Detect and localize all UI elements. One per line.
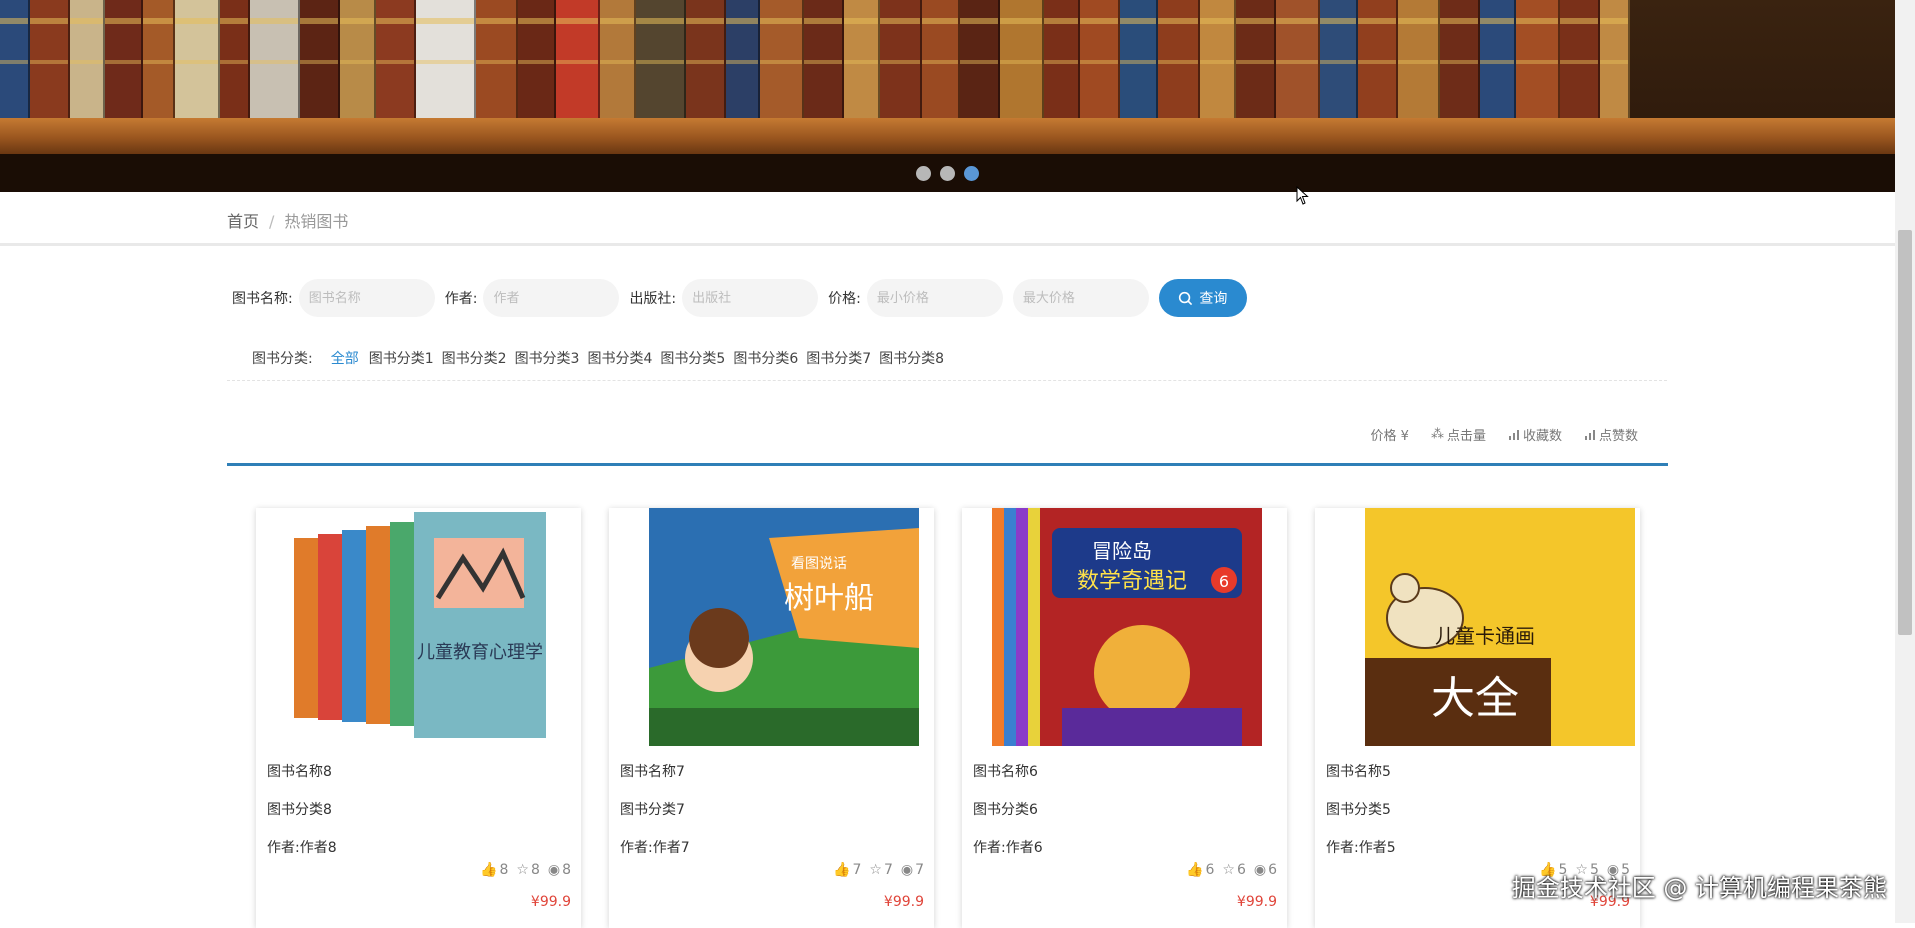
book-stats: 👍 7 ☆ 7 ◉ 7 bbox=[833, 862, 924, 878]
book-name: 图书名称5 bbox=[1326, 764, 1391, 780]
book-price: ¥99.9 bbox=[883, 894, 924, 910]
book-name: 图书名称6 bbox=[973, 764, 1038, 780]
cover-subtitle: 大全 bbox=[1431, 673, 1519, 724]
book-cover-image[interactable]: 儿童教育心理学 bbox=[288, 508, 558, 746]
book-cover-image[interactable]: 冒险岛 数学奇遇记 6 bbox=[992, 508, 1262, 746]
book-category: 图书分类6 bbox=[973, 802, 1038, 818]
thumbs-up-icon: 👍 bbox=[1186, 862, 1204, 878]
cover-title: 儿童卡通画 bbox=[1435, 624, 1535, 648]
search-form: 图书名称: 作者: 出版社: 价格: 查询 bbox=[232, 278, 1247, 318]
breadcrumb-home-link[interactable]: 首页 bbox=[227, 212, 259, 231]
book-cover-image[interactable]: 看图说话 树叶船 bbox=[649, 508, 919, 746]
book-author: 作者:作者8 bbox=[267, 840, 337, 856]
cover-subtitle: 数学奇遇记 bbox=[1077, 569, 1187, 594]
carousel-indicators bbox=[0, 166, 1895, 181]
category-filter: 图书分类: 全部 图书分类1 图书分类2 图书分类3 图书分类4 图书分类5 图… bbox=[252, 348, 952, 368]
category-6[interactable]: 图书分类6 bbox=[733, 348, 798, 368]
cover-title: 树叶船 bbox=[784, 581, 874, 616]
category-all[interactable]: 全部 bbox=[331, 348, 359, 368]
category-8[interactable]: 图书分类8 bbox=[879, 348, 944, 368]
author-input[interactable] bbox=[483, 279, 620, 317]
thumbs-up-icon: 👍 bbox=[833, 862, 851, 878]
breadcrumb-separator: / bbox=[269, 212, 275, 231]
publisher-input[interactable] bbox=[682, 279, 819, 317]
category-1[interactable]: 图书分类1 bbox=[369, 348, 434, 368]
book-name-input[interactable] bbox=[298, 279, 435, 317]
book-stats: 👍 6 ☆ 6 ◉ 6 bbox=[1186, 862, 1277, 878]
cover-number: 6 bbox=[1219, 572, 1229, 591]
book-card[interactable]: 冒险岛 数学奇遇记 6 图书名称6 图书分类6 作者:作者6 👍 6 ☆ 6 ◉ 6 … bbox=[962, 508, 1287, 928]
carousel-dot-3[interactable] bbox=[964, 166, 979, 181]
category-label: 图书分类: bbox=[252, 351, 313, 367]
book-card[interactable]: 儿童教育心理学 图书名称8 图书分类8 作者:作者8 👍 8 ☆ 8 ◉ 8 ¥99.… bbox=[256, 508, 581, 928]
clicks-icon: ⁂ bbox=[1430, 427, 1444, 442]
category-5[interactable]: 图书分类5 bbox=[660, 348, 725, 368]
book-author: 作者:作者6 bbox=[973, 840, 1043, 856]
thumbs-up-icon: 👍 bbox=[480, 862, 498, 878]
cover-subtitle: 看图说话 bbox=[791, 556, 847, 572]
author-label: 作者: bbox=[444, 291, 478, 307]
max-price-input[interactable] bbox=[1012, 279, 1149, 317]
sort-clicks[interactable]: ⁂ 点击量 bbox=[1431, 425, 1486, 444]
star-icon: ☆ bbox=[1222, 862, 1235, 878]
book-cover-image[interactable]: 儿童卡通画 大全 bbox=[1365, 508, 1635, 746]
star-icon: ☆ bbox=[869, 862, 882, 878]
category-7[interactable]: 图书分类7 bbox=[806, 348, 871, 368]
price-label: 价格: bbox=[828, 291, 861, 307]
search-icon bbox=[1179, 291, 1193, 305]
scrollbar-thumb[interactable] bbox=[1898, 230, 1912, 635]
breadcrumb: 首页 / 热销图书 bbox=[227, 208, 348, 232]
category-4[interactable]: 图书分类4 bbox=[587, 348, 652, 368]
eye-icon: ◉ bbox=[547, 862, 561, 878]
search-button-label: 查询 bbox=[1199, 290, 1228, 306]
sort-bar: 价格 ¥ ⁂ 点击量 收藏数 点赞数 bbox=[1371, 425, 1638, 444]
bookshelf-image bbox=[0, 0, 1895, 122]
sort-likes[interactable]: 点赞数 bbox=[1584, 425, 1638, 444]
star-icon: ☆ bbox=[516, 862, 529, 878]
publisher-label: 出版社: bbox=[629, 291, 677, 307]
hero-carousel[interactable] bbox=[0, 0, 1895, 192]
bar-chart-icon bbox=[1584, 429, 1595, 440]
page-scrollbar[interactable] bbox=[1895, 0, 1915, 923]
book-name-label: 图书名称: bbox=[232, 291, 293, 307]
eye-icon: ◉ bbox=[1253, 862, 1267, 878]
shelf-board bbox=[0, 118, 1895, 154]
min-price-input[interactable] bbox=[866, 279, 1003, 317]
mouse-cursor-icon bbox=[1296, 186, 1309, 205]
book-price: ¥99.9 bbox=[1236, 894, 1277, 910]
eye-icon: ◉ bbox=[900, 862, 914, 878]
book-price: ¥99.9 bbox=[530, 894, 571, 910]
book-name: 图书名称7 bbox=[620, 764, 685, 780]
book-category: 图书分类8 bbox=[267, 802, 332, 818]
category-3[interactable]: 图书分类3 bbox=[515, 348, 580, 368]
cover-title: 冒险岛 bbox=[1092, 539, 1152, 563]
book-category: 图书分类5 bbox=[1326, 802, 1391, 818]
book-author: 作者:作者7 bbox=[620, 840, 690, 856]
book-stats: 👍 8 ☆ 8 ◉ 8 bbox=[480, 862, 571, 878]
book-card[interactable]: 儿童卡通画 大全 图书名称5 图书分类5 作者:作者5 👍 5 ☆ 5 ◉ 5 ¥99… bbox=[1315, 508, 1640, 928]
watermark: 掘金技术社区 @ 计算机编程果茶熊 bbox=[1511, 874, 1887, 902]
sort-favorites[interactable]: 收藏数 bbox=[1508, 425, 1562, 444]
carousel-dot-2[interactable] bbox=[940, 166, 955, 181]
bar-chart-icon bbox=[1508, 429, 1519, 440]
carousel-dot-1[interactable] bbox=[916, 166, 931, 181]
book-category: 图书分类7 bbox=[620, 802, 685, 818]
breadcrumb-current: 热销图书 bbox=[284, 212, 349, 231]
cover-title: 儿童教育心理学 bbox=[417, 642, 543, 663]
book-author: 作者:作者5 bbox=[1326, 840, 1396, 856]
search-button[interactable]: 查询 bbox=[1158, 279, 1247, 317]
sort-price[interactable]: 价格 ¥ bbox=[1371, 425, 1409, 444]
book-card[interactable]: 看图说话 树叶船 图书名称7 图书分类7 作者:作者7 👍 7 ☆ 7 ◉ 7 ¥99… bbox=[609, 508, 934, 928]
book-name: 图书名称8 bbox=[267, 764, 332, 780]
category-2[interactable]: 图书分类2 bbox=[442, 348, 507, 368]
